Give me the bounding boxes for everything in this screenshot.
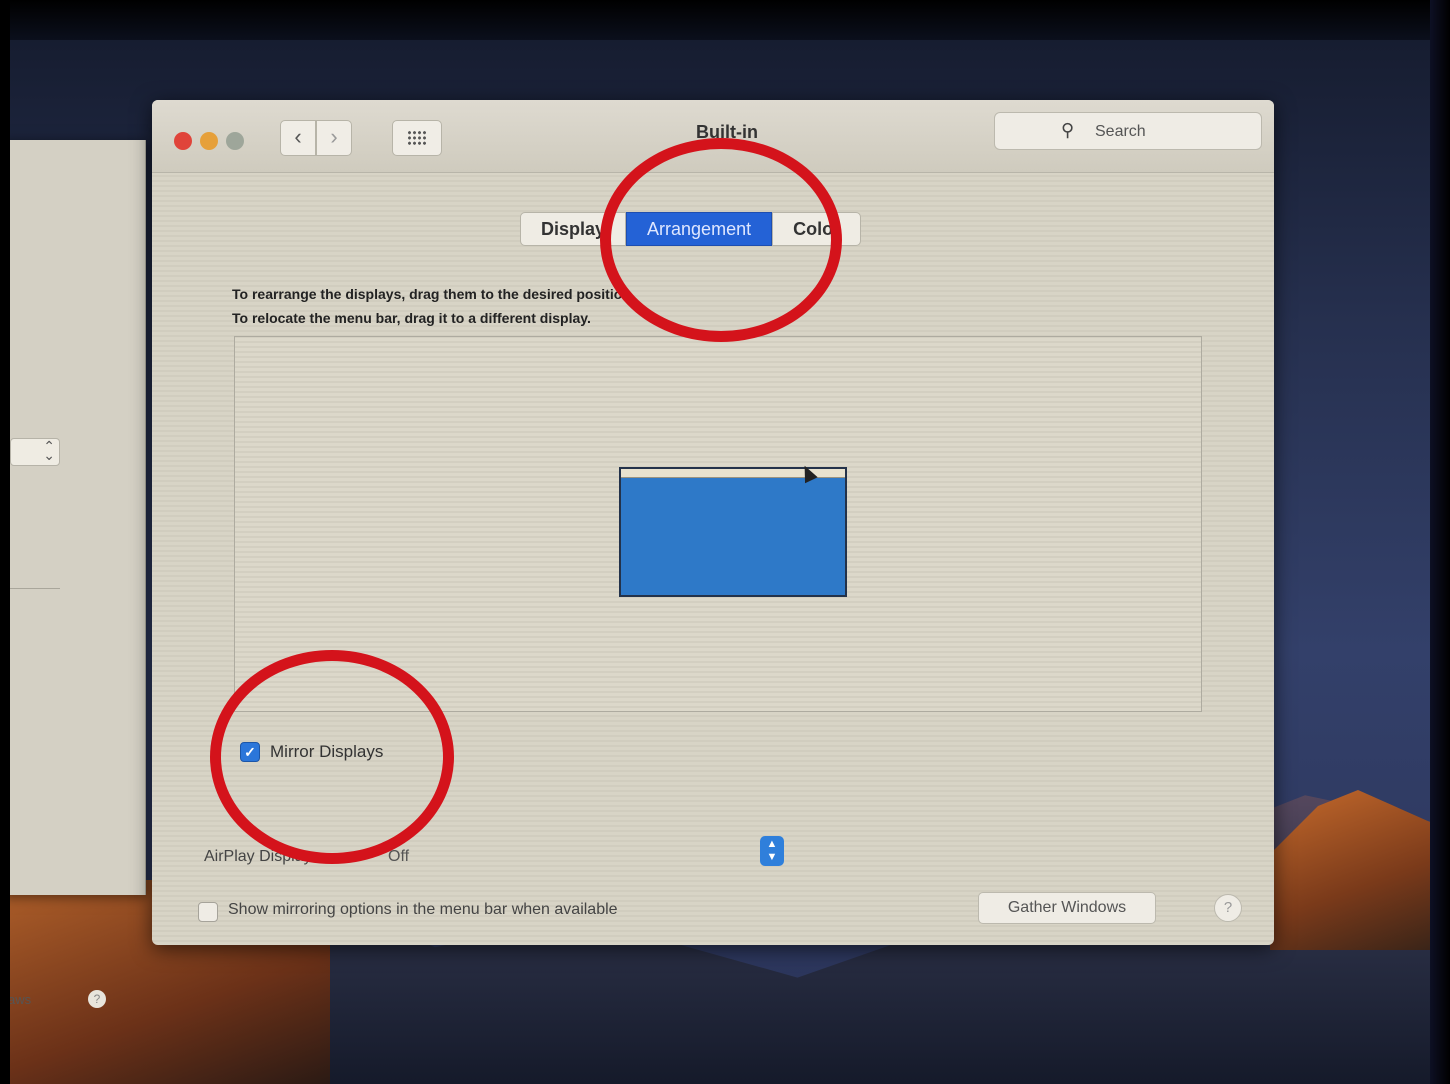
- chevron-right-icon: ›: [330, 124, 338, 149]
- forward-button[interactable]: ›: [316, 120, 352, 156]
- display-arrangement-area[interactable]: [234, 336, 1202, 712]
- instruction-text: To relocate the menu bar, drag it to a d…: [232, 310, 591, 326]
- airplay-popup-arrows-icon[interactable]: ▲ ▼: [760, 836, 784, 866]
- help-button[interactable]: ?: [88, 990, 106, 1008]
- help-button[interactable]: ?: [1214, 894, 1242, 922]
- chevron-left-icon: ‹: [294, 124, 302, 149]
- photo-border-right: [1430, 0, 1450, 1084]
- grid-icon: [407, 130, 427, 146]
- display-icon[interactable]: [619, 467, 847, 597]
- search-icon: ⚲: [1061, 120, 1075, 140]
- truncated-label: aws: [8, 992, 32, 1007]
- zoom-button[interactable]: [226, 132, 244, 150]
- gather-windows-button[interactable]: Gather Windows: [978, 892, 1156, 924]
- back-button[interactable]: ‹: [280, 120, 316, 156]
- highlight-circle-arrangement-tab: [600, 138, 842, 342]
- highlight-circle-mirror-displays: [210, 650, 454, 864]
- popup-menu[interactable]: ⌃ ⌄: [10, 438, 60, 466]
- instruction-text: To rearrange the displays, drag them to …: [232, 286, 635, 302]
- photo-border-left: [0, 0, 10, 1084]
- show-all-button[interactable]: [392, 120, 442, 156]
- search-field[interactable]: ⚲ Search: [994, 112, 1262, 150]
- background-window[interactable]: ⌃ ⌄ aws ?: [0, 140, 146, 1008]
- search-placeholder: Search: [1095, 123, 1146, 140]
- show-mirroring-options-checkbox[interactable]: [198, 902, 218, 922]
- photo-border-top: [0, 0, 1450, 40]
- close-button[interactable]: [174, 132, 192, 150]
- show-mirroring-options-label[interactable]: Show mirroring options in the menu bar w…: [228, 901, 618, 919]
- minimize-button[interactable]: [200, 132, 218, 150]
- airplay-display-value[interactable]: Off: [388, 848, 409, 866]
- stepper-icon: ⌃ ⌄: [43, 438, 55, 463]
